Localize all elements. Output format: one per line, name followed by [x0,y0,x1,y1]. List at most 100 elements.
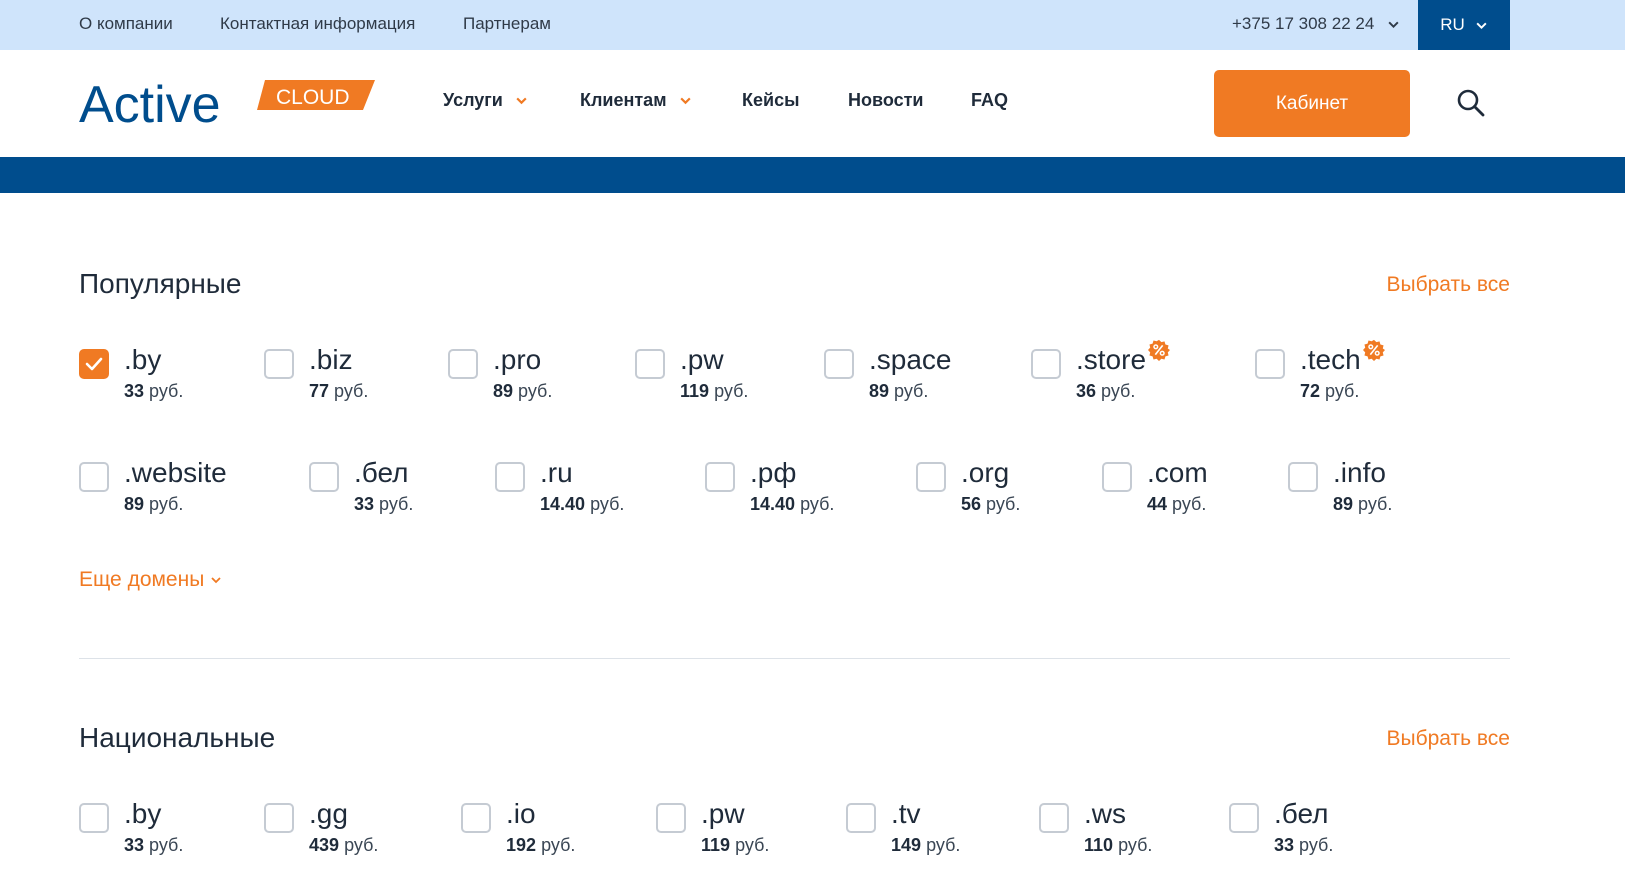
domain-item[interactable]: .рф 14.40 руб. [705,456,905,516]
domain-price-value: 44 [1147,494,1168,514]
domain-price: 14.40 руб. [540,494,624,515]
language-selector[interactable]: RU [1418,0,1510,50]
domain-item[interactable]: .website 89 руб. [79,456,279,516]
phone-dropdown[interactable]: +375 17 308 22 24 [1232,14,1400,34]
domain-price-value: 89 [869,381,890,401]
domain-price-value: 14.40 [540,494,586,514]
domain-name-text: .space [869,344,952,375]
domain-item[interactable]: .ws 110 руб. [1039,797,1239,857]
domain-checkbox[interactable] [1229,803,1259,833]
domain-price-currency: руб. [149,494,184,514]
domain-item[interactable]: .tv 149 руб. [846,797,1046,857]
domain-checkbox[interactable] [264,349,294,379]
domain-checkbox[interactable] [846,803,876,833]
domain-item[interactable]: .pw 119 руб. [656,797,856,857]
domain-price-currency: руб. [926,835,961,855]
domain-price-currency: руб. [735,835,770,855]
domain-checkbox[interactable] [309,462,339,492]
domain-name: .бел [354,456,408,490]
domain-item[interactable]: .com 44 руб. [1102,456,1302,516]
section-divider [79,658,1510,659]
domain-price: 56 руб. [961,494,1020,515]
topnav-link-about[interactable]: О компании [79,14,173,34]
domain-item[interactable]: .gg 439 руб. [264,797,464,857]
domain-price-currency: руб. [334,381,369,401]
domain-item[interactable]: .бел 33 руб. [309,456,509,516]
select-all-popular[interactable]: Выбрать все [1386,273,1510,297]
domain-checkbox[interactable] [495,462,525,492]
nav-services[interactable]: Услуги [443,90,528,111]
domain-name: .store [1076,339,1171,377]
cabinet-button[interactable]: Кабинет [1214,70,1410,137]
domain-price-value: 33 [124,381,145,401]
domain-checkbox[interactable] [635,349,665,379]
domain-name-text: .tv [891,798,921,829]
domain-name-text: .бел [354,457,409,488]
domain-checkbox[interactable] [79,462,109,492]
domain-checkbox[interactable] [79,349,109,379]
domain-name: .by [124,343,161,377]
domain-checkbox[interactable] [824,349,854,379]
domain-checkbox[interactable] [79,803,109,833]
nav-clients-label: Клиентам [580,90,667,110]
search-icon[interactable] [1456,88,1486,118]
nav-cases-label: Кейсы [742,90,800,110]
domain-checkbox[interactable] [1255,349,1285,379]
domain-name-text: .by [124,798,162,829]
domain-checkbox[interactable] [461,803,491,833]
domain-price-currency: руб. [1172,494,1207,514]
domain-checkbox[interactable] [1288,462,1318,492]
nav-news[interactable]: Новости [848,90,923,111]
domain-checkbox[interactable] [264,803,294,833]
domain-item[interactable]: .pro 89 руб. [448,343,648,403]
domain-name-text: .tech [1300,344,1361,375]
domain-price-currency: руб. [379,494,414,514]
domain-price-value: 192 [506,835,537,855]
domain-name-text: .pro [493,344,542,375]
domain-item[interactable]: .бел 33 руб. [1229,797,1429,857]
domain-item[interactable]: .by 33 руб. [79,797,279,857]
domain-item[interactable]: .by 33 руб. [79,343,279,403]
domain-item[interactable]: .store 36 руб. [1031,339,1231,403]
domain-name: .tv [891,797,921,831]
more-domains-link[interactable]: Еще домены [79,568,222,592]
domain-checkbox[interactable] [656,803,686,833]
domain-price-value: 14.40 [750,494,796,514]
domain-item[interactable]: .org 56 руб. [916,456,1116,516]
domain-name-text: .ws [1084,798,1126,829]
nav-clients[interactable]: Клиентам [580,90,692,111]
domain-checkbox[interactable] [448,349,478,379]
domain-item[interactable]: .biz 77 руб. [264,343,464,403]
logo-text: Active [79,76,221,132]
domain-name-text: .com [1147,457,1208,488]
domain-price: 110 руб. [1084,835,1152,856]
domain-name-text: .biz [309,344,353,375]
topnav-link-contacts[interactable]: Контактная информация [220,14,415,34]
domain-item[interactable]: .pw 119 руб. [635,343,835,403]
select-all-national[interactable]: Выбрать все [1386,727,1510,751]
domain-checkbox[interactable] [1031,349,1061,379]
domain-price-currency: руб. [800,494,835,514]
domain-item[interactable]: .ru 14.40 руб. [495,456,695,516]
domain-price: 33 руб. [124,835,183,856]
domain-name: .рф [750,456,796,490]
domain-checkbox[interactable] [1039,803,1069,833]
domain-item[interactable]: .info 89 руб. [1288,456,1488,516]
domain-price-currency: руб. [590,494,625,514]
domain-checkbox[interactable] [916,462,946,492]
domain-price: 33 руб. [124,381,183,402]
nav-faq[interactable]: FAQ [971,90,1008,111]
logo-badge: CLOUD [276,86,350,109]
domain-name-text: .website [124,457,227,488]
active-cloud-logo[interactable]: Active CLOUD [79,76,375,132]
domain-item[interactable]: .tech 72 руб. [1255,339,1455,403]
nav-faq-label: FAQ [971,90,1009,110]
domain-item[interactable]: .space 89 руб. [824,343,1024,403]
domain-checkbox[interactable] [1102,462,1132,492]
domain-item[interactable]: .io 192 руб. [461,797,661,857]
chevron-down-icon [1476,22,1487,29]
section-title-national: Национальные [79,722,276,753]
topnav-link-partners[interactable]: Партнерам [463,14,551,34]
domain-checkbox[interactable] [705,462,735,492]
nav-cases[interactable]: Кейсы [742,90,799,111]
